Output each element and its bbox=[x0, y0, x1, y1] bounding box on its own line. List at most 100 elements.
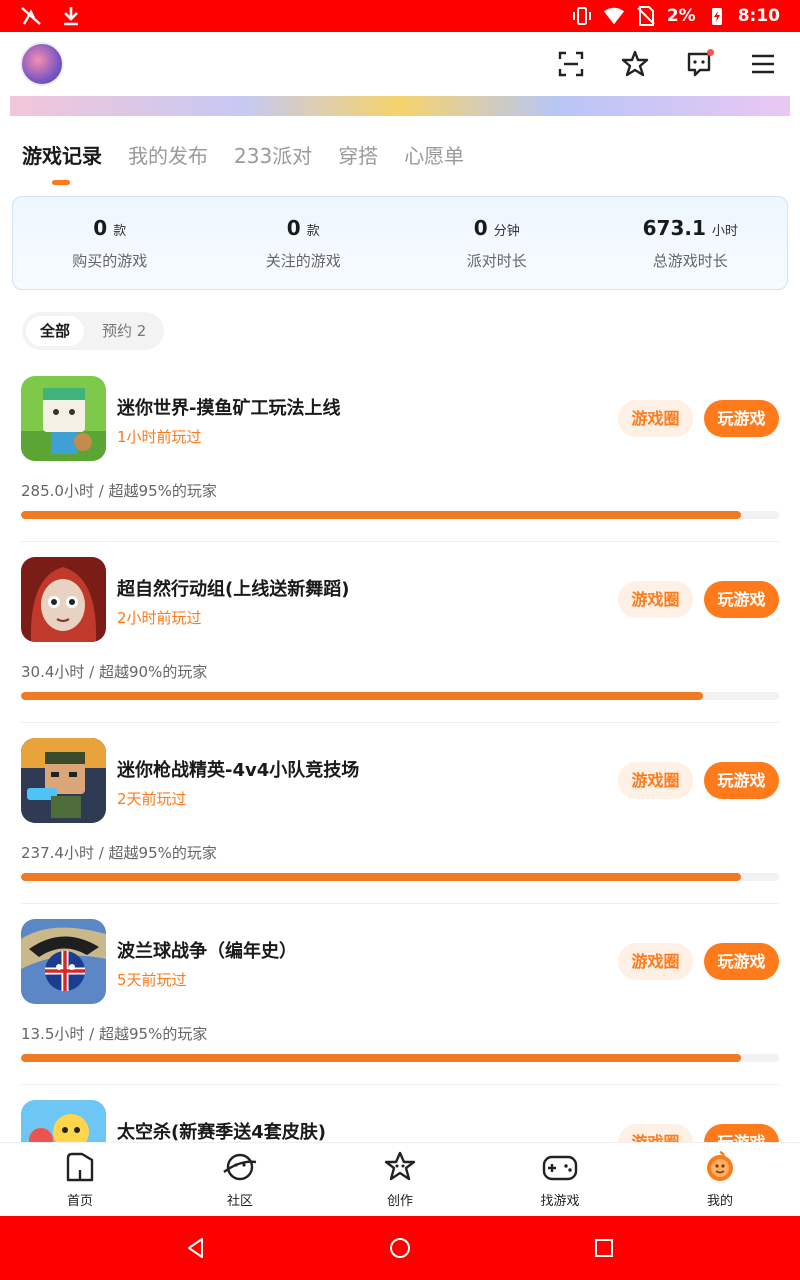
game-circle-button[interactable]: 游戏圈 bbox=[618, 400, 693, 437]
profile-banner bbox=[10, 96, 790, 116]
game-circle-button[interactable]: 游戏圈 bbox=[618, 762, 693, 799]
create-icon bbox=[384, 1151, 416, 1181]
nav-label: 我的 bbox=[706, 1194, 733, 1209]
no-sim-icon bbox=[635, 5, 657, 27]
nav-community[interactable]: 社区 bbox=[160, 1143, 320, 1216]
avatar[interactable] bbox=[20, 42, 64, 86]
home-circle-icon[interactable] bbox=[388, 1236, 412, 1260]
nav-home[interactable]: 首页 bbox=[0, 1143, 160, 1216]
filter-toggle: 全部 预约 2 bbox=[22, 312, 165, 350]
scan-button[interactable] bbox=[554, 47, 588, 81]
stat-value: 0 bbox=[286, 215, 301, 240]
tab-my-posts[interactable]: 我的发布 bbox=[128, 140, 208, 169]
game-title[interactable]: 迷你世界-摸鱼矿工玩法上线 bbox=[117, 394, 340, 420]
playtime-progress bbox=[21, 873, 779, 881]
divider bbox=[21, 1084, 779, 1085]
battery-charging-icon bbox=[706, 5, 728, 27]
tab-233-party[interactable]: 233派对 bbox=[234, 140, 312, 169]
game-icon-space-kill[interactable] bbox=[21, 1100, 106, 1142]
playtime-progress-fill bbox=[21, 1054, 742, 1062]
stat-purchased[interactable]: 0款 购买的游戏 bbox=[13, 197, 207, 289]
nav-label: 首页 bbox=[66, 1194, 93, 1209]
game-title[interactable]: 波兰球战争（编年史） bbox=[117, 937, 297, 963]
stat-label: 购买的游戏 bbox=[72, 251, 148, 270]
filter-all[interactable]: 全部 bbox=[26, 316, 85, 346]
last-played: 1小时前玩过 bbox=[117, 428, 202, 446]
playtime-text: 237.4小时 / 超越95%的玩家 bbox=[21, 844, 217, 862]
profile-header bbox=[0, 32, 800, 96]
recents-icon[interactable] bbox=[592, 1236, 616, 1260]
game-circle-button[interactable]: 游戏圈 bbox=[618, 581, 693, 618]
hamburger-menu-icon bbox=[752, 54, 774, 74]
nav-label: 社区 bbox=[226, 1194, 253, 1209]
stat-unit: 小时 bbox=[711, 223, 738, 239]
wifi-icon bbox=[603, 5, 625, 27]
last-played: 2小时前玩过 bbox=[117, 609, 202, 627]
playtime-text: 13.5小时 / 超越95%的玩家 bbox=[21, 1025, 208, 1043]
playtime-progress bbox=[21, 1054, 779, 1062]
status-bar: 2% 8:10 bbox=[0, 0, 800, 32]
unread-dot bbox=[707, 49, 714, 56]
game-icon-mini-gunfight[interactable] bbox=[21, 738, 106, 823]
back-icon[interactable] bbox=[184, 1236, 208, 1260]
tab-indicator bbox=[52, 180, 70, 185]
stat-unit: 款 bbox=[306, 223, 320, 239]
play-game-button[interactable]: 玩游戏 bbox=[704, 943, 779, 980]
stat-party-time[interactable]: 0 分钟 派对时长 bbox=[400, 197, 594, 289]
playtime-progress-fill bbox=[21, 511, 742, 519]
stat-followed[interactable]: 0款 关注的游戏 bbox=[207, 197, 401, 289]
game-title[interactable]: 迷你枪战精英-4v4小队竞技场 bbox=[117, 756, 359, 782]
playtime-progress bbox=[21, 511, 779, 519]
playtime-progress-fill bbox=[21, 692, 704, 700]
download-icon bbox=[60, 5, 82, 27]
divider bbox=[21, 541, 779, 542]
messages-button[interactable] bbox=[682, 47, 716, 81]
game-row[interactable]: 太空杀(新赛季送4套皮肤) 游戏圈 玩游戏 bbox=[0, 1100, 800, 1142]
main-content: 游戏记录 我的发布 233派对 穿搭 心愿单 0款 购买的游戏 0款 关注的游戏… bbox=[0, 124, 800, 1142]
play-game-button[interactable]: 玩游戏 bbox=[704, 581, 779, 618]
nav-create[interactable]: 创作 bbox=[320, 1143, 480, 1216]
stat-unit: 款 bbox=[113, 223, 127, 239]
last-played: 5天前玩过 bbox=[117, 971, 187, 989]
community-icon bbox=[223, 1153, 257, 1181]
game-icon-mini-world[interactable] bbox=[21, 376, 106, 461]
playtime-text: 30.4小时 / 超越90%的玩家 bbox=[21, 663, 208, 681]
play-game-button[interactable]: 玩游戏 bbox=[704, 1124, 779, 1142]
stat-value: 673.1 bbox=[642, 215, 706, 240]
tab-game-records[interactable]: 游戏记录 bbox=[22, 140, 102, 169]
play-game-button[interactable]: 玩游戏 bbox=[704, 400, 779, 437]
system-nav-bar bbox=[0, 1216, 800, 1280]
filter-reserved[interactable]: 预约 2 bbox=[88, 316, 160, 346]
tab-bar: 游戏记录 我的发布 233派对 穿搭 心愿单 bbox=[22, 140, 464, 169]
game-icon-supernatural[interactable] bbox=[21, 557, 106, 642]
stat-unit: 分钟 bbox=[493, 223, 520, 239]
stats-panel: 0款 购买的游戏 0款 关注的游戏 0 分钟 派对时长 673.1 小时 总游戏时长 bbox=[12, 196, 788, 290]
gamepad-icon bbox=[542, 1155, 578, 1181]
star-pin-icon bbox=[621, 50, 649, 77]
stat-label: 派对时长 bbox=[466, 251, 527, 270]
game-icon-polandball[interactable] bbox=[21, 919, 106, 1004]
last-played: 2天前玩过 bbox=[117, 790, 187, 808]
divider bbox=[21, 903, 779, 904]
tab-wishlist[interactable]: 心愿单 bbox=[404, 140, 464, 169]
game-row[interactable]: 迷你枪战精英-4v4小队竞技场 2天前玩过 游戏圈 玩游戏 237.4小时 / … bbox=[0, 738, 800, 919]
play-game-button[interactable]: 玩游戏 bbox=[704, 762, 779, 799]
clock: 8:10 bbox=[737, 6, 780, 26]
nav-profile[interactable]: 我的 bbox=[640, 1143, 800, 1216]
game-title[interactable]: 超自然行动组(上线送新舞蹈) bbox=[117, 575, 349, 601]
stat-label: 关注的游戏 bbox=[265, 251, 341, 270]
nav-label: 创作 bbox=[386, 1194, 413, 1209]
menu-button[interactable] bbox=[746, 47, 780, 81]
profile-icon bbox=[707, 1150, 733, 1181]
game-circle-button[interactable]: 游戏圈 bbox=[618, 1124, 693, 1142]
stat-total-playtime[interactable]: 673.1 小时 总游戏时长 bbox=[594, 197, 788, 289]
game-row[interactable]: 迷你世界-摸鱼矿工玩法上线 1小时前玩过 游戏圈 玩游戏 285.0小时 / 超… bbox=[0, 376, 800, 557]
tab-outfits[interactable]: 穿搭 bbox=[338, 140, 378, 169]
bottom-nav: 首页 社区 创作 找游戏 我的 bbox=[0, 1142, 800, 1216]
game-row[interactable]: 超自然行动组(上线送新舞蹈) 2小时前玩过 游戏圈 玩游戏 30.4小时 / 超… bbox=[0, 557, 800, 738]
game-row[interactable]: 波兰球战争（编年史） 5天前玩过 游戏圈 玩游戏 13.5小时 / 超越95%的… bbox=[0, 919, 800, 1100]
favorites-button[interactable] bbox=[618, 47, 652, 81]
game-circle-button[interactable]: 游戏圈 bbox=[618, 943, 693, 980]
game-title[interactable]: 太空杀(新赛季送4套皮肤) bbox=[117, 1118, 326, 1142]
nav-find-games[interactable]: 找游戏 bbox=[480, 1143, 640, 1216]
